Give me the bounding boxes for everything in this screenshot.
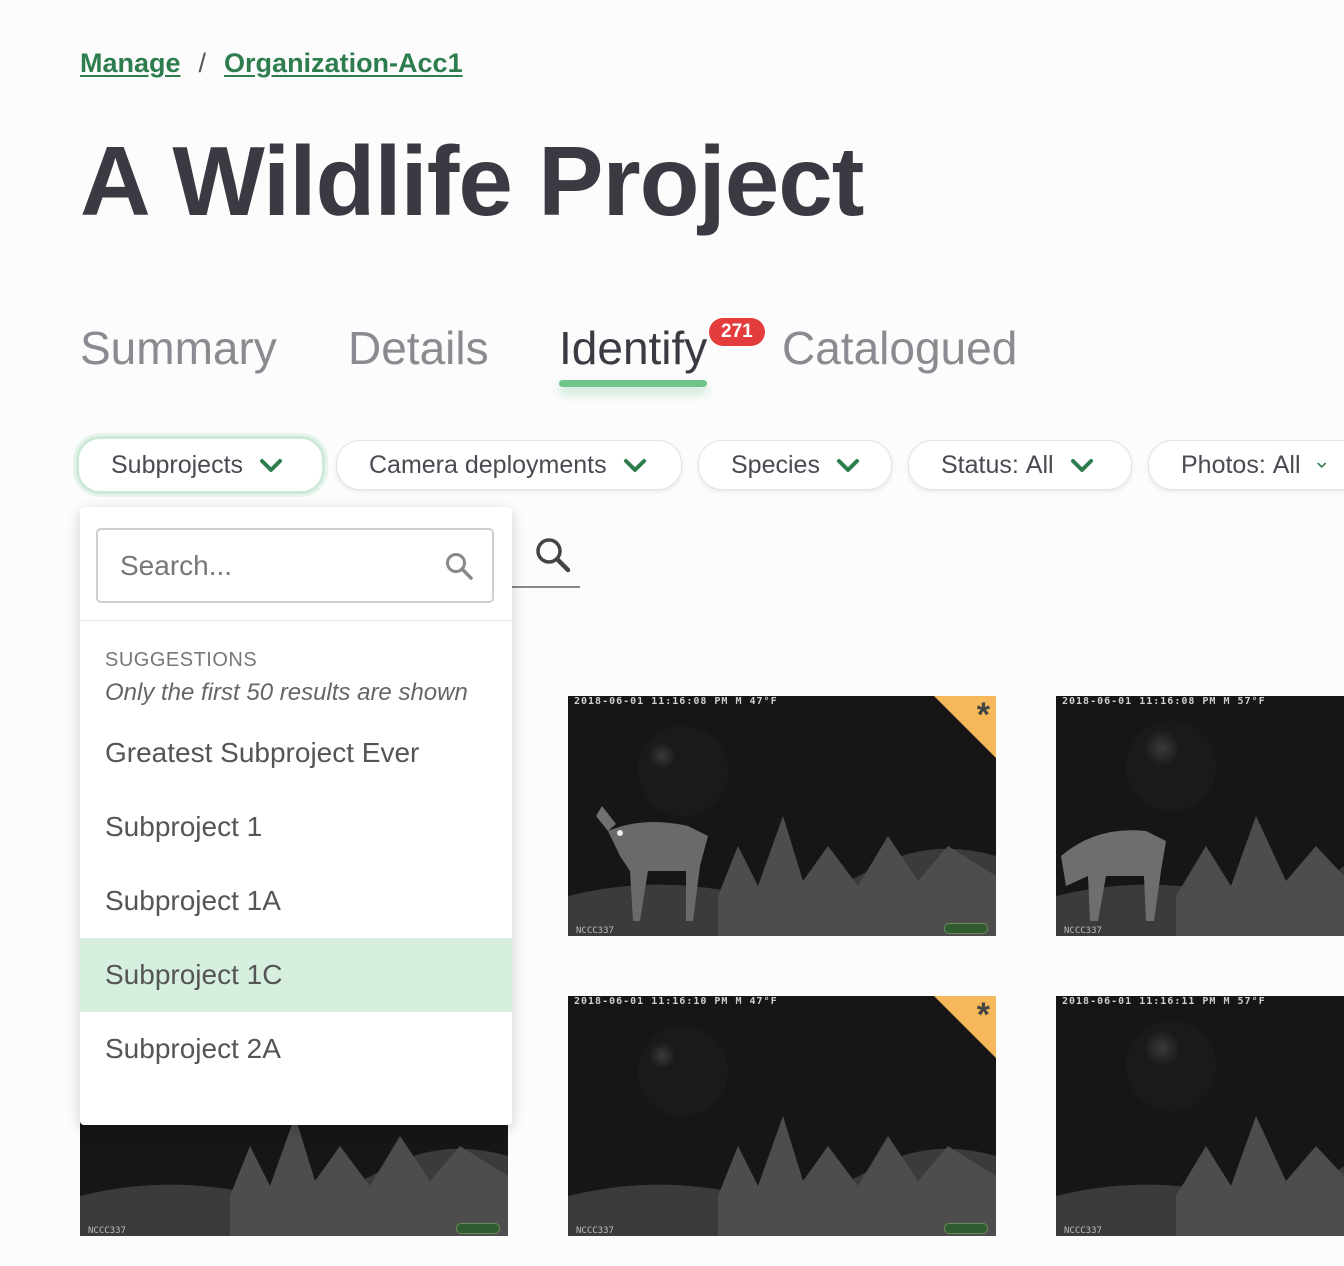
dropdown-divider bbox=[80, 620, 512, 621]
trail-camera-image bbox=[568, 696, 996, 936]
chevron-down-icon bbox=[836, 459, 859, 472]
thumbnail-camera-id: NCCC337 bbox=[576, 926, 614, 936]
asterisk-icon: * bbox=[976, 696, 990, 734]
subprojects-filter[interactable]: Subprojects bbox=[76, 436, 325, 494]
breadcrumb: Manage / Organization-Acc1 bbox=[80, 48, 463, 79]
thumbnail-timestamp: 2018-06-01 11:16:11 PM M 57°F bbox=[1062, 996, 1266, 1007]
thumbnail-timestamp: 2018-06-01 11:16:08 PM M 47°F bbox=[574, 696, 778, 707]
photos-filter-value: All bbox=[1272, 450, 1301, 479]
page: Manage / Organization-Acc1 A Wildlife Pr… bbox=[0, 0, 1344, 1266]
status-filter-value: All bbox=[1025, 450, 1054, 479]
dropdown-option-subproject-1c[interactable]: Subproject 1C bbox=[80, 938, 512, 1012]
thumbnail-camera-id: NCCC337 bbox=[88, 1226, 126, 1236]
identify-count-badge: 271 bbox=[709, 318, 765, 346]
thumbnail-camera-id: NCCC337 bbox=[1064, 1226, 1102, 1236]
thumbnail-timestamp: 2018-06-01 11:16:08 PM M 57°F bbox=[1062, 696, 1266, 707]
thumbnail-camera-id: NCCC337 bbox=[1064, 926, 1102, 936]
page-title: A Wildlife Project bbox=[80, 126, 864, 236]
camera-deployments-filter-label: Camera deployments bbox=[369, 450, 607, 479]
subprojects-dropdown: SUGGESTIONS Only the first 50 results ar… bbox=[80, 507, 512, 1125]
dropdown-option-subproject-2a[interactable]: Subproject 2A bbox=[80, 1012, 512, 1086]
dropdown-option-subproject-1[interactable]: Subproject 1 bbox=[80, 790, 512, 864]
photo-thumbnail[interactable]: 2018-06-01 11:16:08 PM M 57°F NCCC337 bbox=[1056, 696, 1344, 936]
photo-thumbnail[interactable]: 2018-06-01 11:16:11 PM M 57°F NCCC337 bbox=[1056, 996, 1344, 1236]
photos-filter-label: Photos: bbox=[1181, 450, 1266, 479]
subprojects-filter-label: Subprojects bbox=[111, 450, 244, 479]
species-filter-label: Species bbox=[731, 450, 820, 479]
suggestions-heading: SUGGESTIONS bbox=[105, 649, 258, 671]
camera-brand-logo bbox=[456, 1223, 500, 1234]
trail-camera-image bbox=[1056, 996, 1344, 1236]
subprojects-search-box bbox=[96, 528, 494, 603]
tab-identify-label: Identify bbox=[559, 322, 708, 374]
camera-brand-logo bbox=[944, 923, 988, 934]
results-limit-note: Only the first 50 results are shown bbox=[105, 679, 468, 706]
photo-search-field[interactable] bbox=[512, 530, 580, 588]
chevron-down-icon bbox=[260, 459, 283, 472]
trail-camera-image bbox=[1056, 696, 1344, 936]
status-filter[interactable]: Status: All bbox=[908, 440, 1132, 490]
tab-summary[interactable]: Summary bbox=[80, 318, 277, 378]
tab-details[interactable]: Details bbox=[348, 318, 489, 378]
photo-thumbnail[interactable]: 2018-06-01 11:16:08 PM M 47°F NCCC337 * bbox=[568, 696, 996, 936]
photos-filter[interactable]: Photos: All bbox=[1148, 440, 1344, 490]
tab-catalogued[interactable]: Catalogued bbox=[782, 318, 1017, 378]
thumbnail-camera-id: NCCC337 bbox=[576, 1226, 614, 1236]
chevron-down-icon bbox=[1070, 459, 1093, 472]
tab-active-indicator bbox=[559, 380, 708, 387]
dropdown-option-greatest-subproject-ever[interactable]: Greatest Subproject Ever bbox=[80, 716, 512, 790]
camera-deployments-filter[interactable]: Camera deployments bbox=[336, 440, 682, 490]
search-icon bbox=[446, 552, 473, 580]
breadcrumb-separator: / bbox=[198, 48, 207, 78]
status-filter-label: Status: bbox=[941, 450, 1019, 479]
chevron-down-icon bbox=[1316, 462, 1326, 468]
photo-thumbnail[interactable]: 2018-06-01 11:16:10 PM M 47°F NCCC337 * bbox=[568, 996, 996, 1236]
trail-camera-image bbox=[568, 996, 996, 1236]
tab-identify[interactable]: Identify bbox=[559, 318, 708, 387]
breadcrumb-link-manage[interactable]: Manage bbox=[80, 48, 181, 79]
species-filter[interactable]: Species bbox=[698, 440, 892, 490]
asterisk-icon: * bbox=[976, 996, 990, 1034]
subprojects-search-input[interactable] bbox=[118, 548, 432, 583]
thumbnail-timestamp: 2018-06-01 11:16:10 PM M 47°F bbox=[574, 996, 778, 1007]
chevron-down-icon bbox=[623, 459, 646, 472]
dropdown-option-subproject-1a[interactable]: Subproject 1A bbox=[80, 864, 512, 938]
search-icon bbox=[536, 538, 571, 573]
camera-brand-logo bbox=[944, 1223, 988, 1234]
breadcrumb-link-organization[interactable]: Organization-Acc1 bbox=[224, 48, 463, 79]
